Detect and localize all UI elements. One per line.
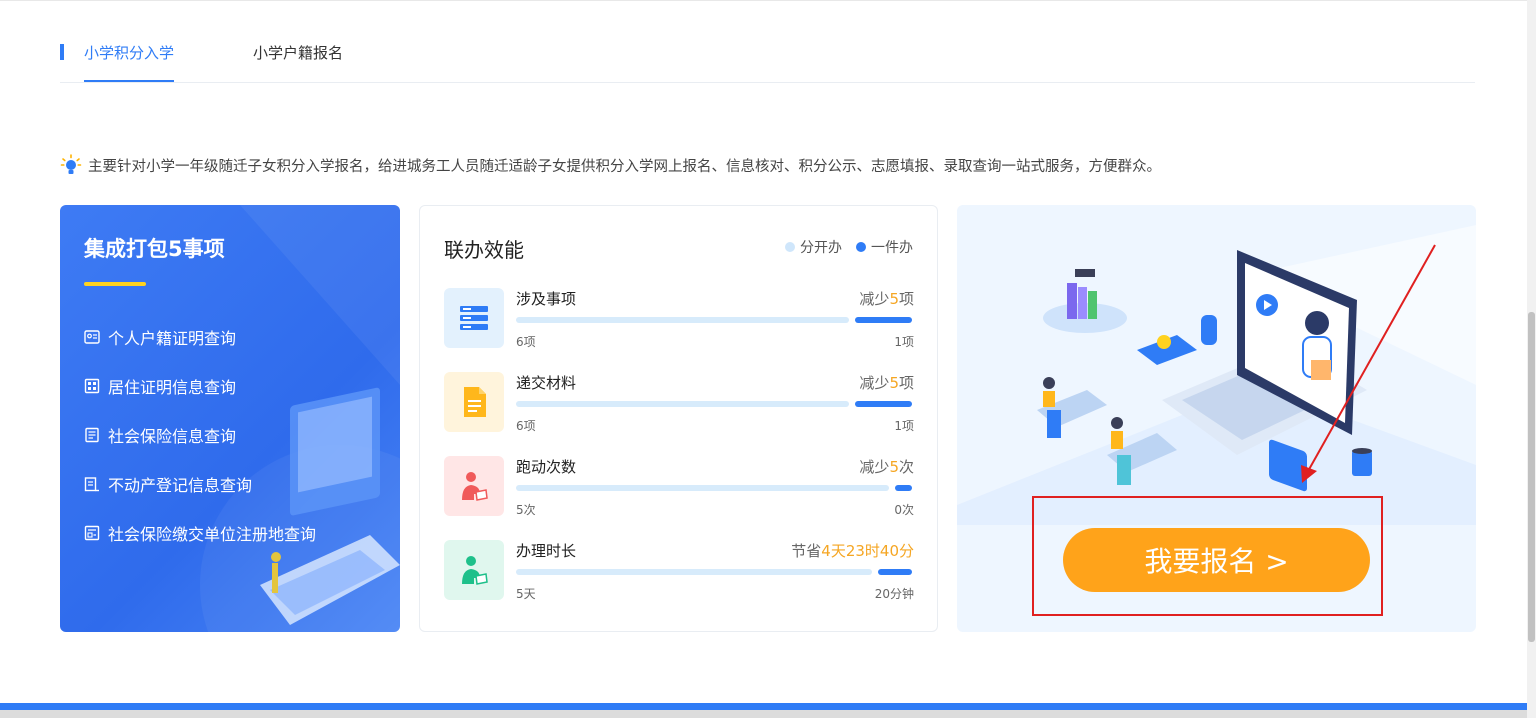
tile xyxy=(444,540,504,600)
bar-single xyxy=(855,401,912,407)
bar-separate xyxy=(516,401,849,407)
title-underline xyxy=(84,282,146,286)
annotation-highlight-box xyxy=(1032,496,1383,616)
person-clock-icon xyxy=(462,556,488,585)
link-label: 社会保险缴交单位注册地查询 xyxy=(108,525,317,544)
before-value: 6项 xyxy=(516,419,536,433)
legend-label: 分开办 xyxy=(800,240,842,256)
tab-marker xyxy=(60,44,64,60)
row-name: 涉及事项 xyxy=(516,290,577,308)
link-real-estate[interactable]: 不动产登记信息查询 xyxy=(84,472,252,496)
card-title: 联办效能 xyxy=(444,238,524,262)
link-insurance-unit-register[interactable]: 社会保险缴交单位注册地查询 xyxy=(84,521,316,545)
after-value: 0次 xyxy=(894,503,914,517)
description-text: 主要针对小学一年级随迁子女积分入学报名，给进城务工人员随迁适龄子女提供积分入学网… xyxy=(88,158,1161,175)
reduction-value: 5 xyxy=(889,290,899,308)
row-name: 跑动次数 xyxy=(516,458,577,476)
link-label: 居住证明信息查询 xyxy=(108,378,237,397)
reduction-prefix: 节省 xyxy=(791,542,822,560)
reduction-value: 4天23时40分 xyxy=(821,542,914,560)
before-value: 5天 xyxy=(516,587,536,601)
row-reduction: 减少5项 xyxy=(859,372,914,393)
tile xyxy=(444,372,504,432)
bar-separate xyxy=(516,569,872,575)
building-icon xyxy=(84,378,100,394)
link-label: 个人户籍证明查询 xyxy=(108,329,237,348)
row-name: 办理时长 xyxy=(516,542,577,560)
after-value: 20分钟 xyxy=(874,587,914,601)
row-reduction: 节省4天23时40分 xyxy=(791,540,914,561)
row-name: 递交材料 xyxy=(516,374,577,392)
card-title: 集成打包5事项 xyxy=(84,237,225,261)
tile xyxy=(444,456,504,516)
bar-single xyxy=(878,569,912,575)
service-description: 主要针对小学一年级随迁子女积分入学报名，给进城务工人员随迁适龄子女提供积分入学网… xyxy=(60,154,1161,176)
link-residence-info[interactable]: 居住证明信息查询 xyxy=(84,374,236,398)
list-icon xyxy=(460,306,488,330)
tile xyxy=(444,288,504,348)
reduction-value: 5 xyxy=(889,458,899,476)
register-icon xyxy=(84,525,100,541)
row-reduction: 减少5次 xyxy=(859,456,914,477)
link-social-insurance[interactable]: 社会保险信息查询 xyxy=(84,423,236,447)
scroll-thumb[interactable] xyxy=(1528,312,1535,642)
efficiency-row: 办理时长 节省4天23时40分 5天 20分钟 xyxy=(444,540,914,610)
reduction-suffix: 次 xyxy=(898,458,914,476)
link-label: 社会保险信息查询 xyxy=(108,427,237,446)
efficiency-row: 递交材料 减少5项 6项 1项 xyxy=(444,372,914,442)
legend-dot-separate xyxy=(785,242,795,252)
footer-strip xyxy=(0,703,1536,718)
reduction-value: 5 xyxy=(889,374,899,392)
before-value: 6项 xyxy=(516,335,536,349)
reduction-prefix: 减少 xyxy=(859,374,890,392)
legend-label: 一件办 xyxy=(871,240,913,256)
after-value: 1项 xyxy=(894,419,914,433)
reduction-prefix: 减少 xyxy=(859,458,890,476)
efficiency-row: 跑动次数 减少5次 5次 0次 xyxy=(444,456,914,526)
row-reduction: 减少5项 xyxy=(859,288,914,309)
reduction-prefix: 减少 xyxy=(859,290,890,308)
tab-points-enrollment[interactable]: 小学积分入学 xyxy=(84,40,175,82)
reduction-suffix: 项 xyxy=(898,290,914,308)
efficiency-card: 联办效能 分开办 一件办 涉及事项 减少5项 6项 1项 递交材料 减少5项 6… xyxy=(419,205,938,632)
legend: 分开办 一件办 xyxy=(785,237,913,257)
person-icon xyxy=(462,472,488,501)
house-doc-icon xyxy=(84,477,99,492)
efficiency-row: 涉及事项 减少5项 6项 1项 xyxy=(444,288,914,358)
id-card-icon xyxy=(84,330,100,344)
tab-household-enrollment[interactable]: 小学户籍报名 xyxy=(253,40,343,82)
tab-bar: 小学积分入学 小学户籍报名 xyxy=(60,40,1475,83)
after-value: 1项 xyxy=(894,335,914,349)
link-label: 不动产登记信息查询 xyxy=(108,476,253,495)
legend-dot-single xyxy=(856,242,866,252)
scrollbar[interactable] xyxy=(1527,0,1536,718)
lightbulb-icon xyxy=(60,154,82,176)
illustration xyxy=(957,225,1476,525)
integrated-package-card: 集成打包5事项 个人户籍证明查询 居住证明信息查询 社会保险信息查询 不动产登记… xyxy=(60,205,400,632)
bar-separate xyxy=(516,485,889,491)
bar-single xyxy=(895,485,912,491)
bar-separate xyxy=(516,317,849,323)
background-decoration xyxy=(200,205,400,632)
bar-single xyxy=(855,317,912,323)
footer-grey-band xyxy=(0,710,1536,718)
before-value: 5次 xyxy=(516,503,536,517)
document-icon xyxy=(85,427,99,443)
top-border xyxy=(0,0,1536,1)
file-icon xyxy=(464,387,486,417)
reduction-suffix: 项 xyxy=(898,374,914,392)
link-household-certificate[interactable]: 个人户籍证明查询 xyxy=(84,325,236,349)
